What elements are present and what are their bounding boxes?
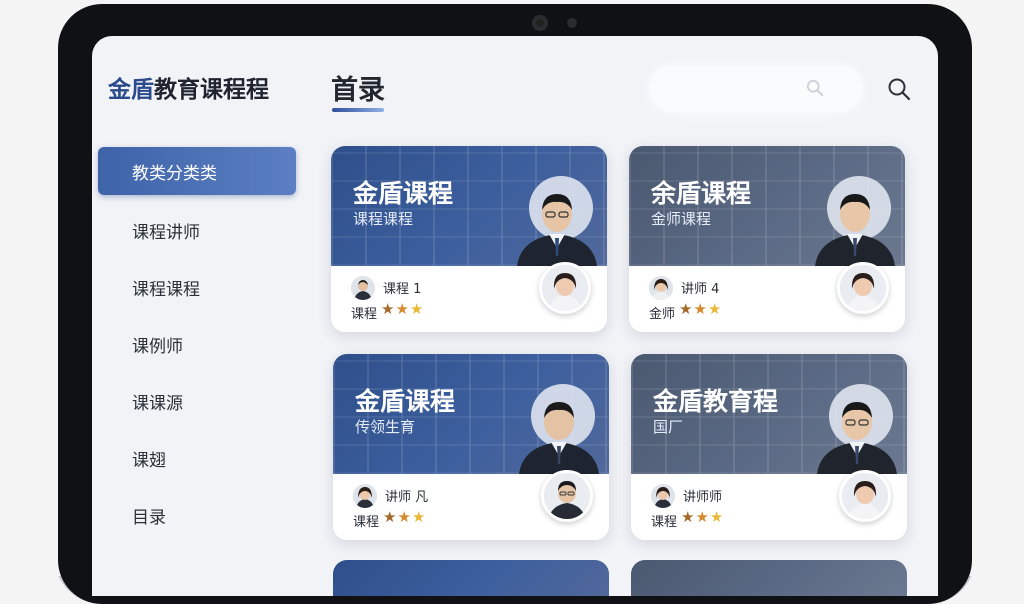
star-rating: ★★★ bbox=[381, 300, 424, 318]
rating-label: 金师 bbox=[649, 307, 676, 322]
card-subtitle: 课程课程 bbox=[353, 210, 414, 228]
lecturer-portrait bbox=[519, 402, 599, 474]
search-field-icon bbox=[806, 79, 824, 97]
star-rating: ★★★ bbox=[383, 508, 426, 526]
rating-label: 课程 bbox=[353, 515, 380, 530]
course-card[interactable]: 金盾课程 课程课程 课程 1 课程 ★★★ bbox=[331, 146, 607, 332]
app-title: 金盾教育课程程 bbox=[108, 70, 269, 104]
teacher-name: 课程 1 bbox=[383, 282, 422, 297]
card-footer: 讲师 4 金师 ★★★ bbox=[629, 262, 905, 332]
sidebar-item-label: 课程讲师 bbox=[132, 222, 200, 243]
course-card[interactable]: 金盾课程 传领生育 讲师 凡 课程 ★★★ bbox=[333, 354, 609, 540]
card-banner: 金盾课程 课程课程 bbox=[331, 146, 607, 266]
lecturer-portrait bbox=[815, 194, 895, 266]
sidebar-item-courses[interactable]: 课程课程 bbox=[98, 263, 296, 311]
sidebar-item-label: 目录 bbox=[132, 507, 166, 528]
star-icon: ★ bbox=[709, 508, 725, 526]
star-icon: ★ bbox=[695, 508, 710, 526]
sidebar-item-catalog[interactable]: 目录 bbox=[98, 491, 296, 539]
sidebar: 金盾教育课程程 教类分类类 课程讲师 课程课程 课例师 课课源 课翅 目录 bbox=[92, 36, 310, 596]
search-icon[interactable] bbox=[886, 76, 912, 102]
card-title: 金盾课程 bbox=[355, 387, 456, 416]
teacher-name: 讲师师 bbox=[683, 490, 723, 505]
sidebar-item-label: 课课源 bbox=[132, 393, 183, 414]
card-subtitle: 传领生育 bbox=[355, 418, 416, 436]
teacher-avatar bbox=[649, 276, 673, 300]
course-card[interactable]: 金盾教育程 国厂 讲师师 课程 ★★★ bbox=[631, 354, 907, 540]
sidebar-item-categories[interactable]: 教类分类类 bbox=[98, 147, 296, 195]
teacher-name: 讲师 凡 bbox=[385, 490, 429, 505]
lecturer-avatar bbox=[541, 470, 593, 522]
star-icon: ★ bbox=[681, 508, 696, 526]
star-icon: ★ bbox=[679, 300, 694, 318]
teacher-avatar bbox=[351, 276, 375, 300]
app-title-rest: 教育课程程 bbox=[154, 77, 269, 103]
search-input[interactable] bbox=[650, 66, 862, 112]
teacher-avatar bbox=[353, 484, 377, 508]
sidebar-item-lecturers[interactable]: 课程讲师 bbox=[98, 206, 296, 254]
light-sensor bbox=[567, 18, 577, 28]
teacher-avatar bbox=[651, 484, 675, 508]
card-subtitle: 金师课程 bbox=[651, 210, 712, 228]
lecturer-portrait bbox=[517, 194, 597, 266]
rating-label: 课程 bbox=[651, 515, 678, 530]
app-title-accent: 金盾 bbox=[108, 77, 154, 103]
card-footer: 讲师师 课程 ★★★ bbox=[631, 470, 907, 540]
card-banner: 金盾教育程 国厂 bbox=[631, 354, 907, 474]
card-title: 余盾课程 bbox=[651, 179, 752, 208]
card-banner: 余盾课程 金师课程 bbox=[629, 146, 905, 266]
rating-label: 课程 bbox=[351, 307, 378, 322]
card-title: 金盾教育程 bbox=[653, 387, 779, 416]
sidebar-item-wings[interactable]: 课翅 bbox=[98, 434, 296, 482]
title-underline bbox=[332, 108, 384, 112]
star-icon: ★ bbox=[381, 300, 396, 318]
star-icon: ★ bbox=[397, 508, 412, 526]
sidebar-item-label: 课程课程 bbox=[132, 279, 200, 300]
lecturer-avatar bbox=[539, 262, 591, 314]
sidebar-item-examples[interactable]: 课例师 bbox=[98, 320, 296, 368]
star-icon: ★ bbox=[409, 300, 425, 318]
lecturer-avatar bbox=[839, 470, 891, 522]
card-subtitle: 国厂 bbox=[653, 418, 684, 436]
card-banner: 金盾课程 传领生育 bbox=[333, 354, 609, 474]
lecturer-portrait bbox=[817, 402, 897, 474]
lecturer-avatar bbox=[837, 262, 889, 314]
sidebar-item-label: 课翅 bbox=[132, 450, 166, 471]
card-footer: 讲师 凡 课程 ★★★ bbox=[333, 470, 609, 540]
sidebar-item-label: 教类分类类 bbox=[132, 163, 217, 184]
teacher-name: 讲师 4 bbox=[681, 282, 720, 297]
course-card-peek[interactable] bbox=[631, 560, 907, 596]
star-icon: ★ bbox=[383, 508, 398, 526]
course-card-peek[interactable] bbox=[333, 560, 609, 596]
sidebar-item-resources[interactable]: 课课源 bbox=[98, 377, 296, 425]
page-title: 首录 bbox=[331, 75, 385, 106]
star-icon: ★ bbox=[707, 300, 723, 318]
star-icon: ★ bbox=[693, 300, 708, 318]
front-camera bbox=[532, 15, 548, 31]
app-screen: 金盾教育课程程 教类分类类 课程讲师 课程课程 课例师 课课源 课翅 目录 首录… bbox=[92, 36, 938, 596]
course-card[interactable]: 余盾课程 金师课程 讲师 4 金师 ★★★ bbox=[629, 146, 905, 332]
star-rating: ★★★ bbox=[681, 508, 724, 526]
card-footer: 课程 1 课程 ★★★ bbox=[331, 262, 607, 332]
star-icon: ★ bbox=[411, 508, 427, 526]
card-title: 金盾课程 bbox=[353, 179, 454, 208]
sidebar-item-label: 课例师 bbox=[132, 336, 183, 357]
star-icon: ★ bbox=[395, 300, 410, 318]
star-rating: ★★★ bbox=[679, 300, 722, 318]
